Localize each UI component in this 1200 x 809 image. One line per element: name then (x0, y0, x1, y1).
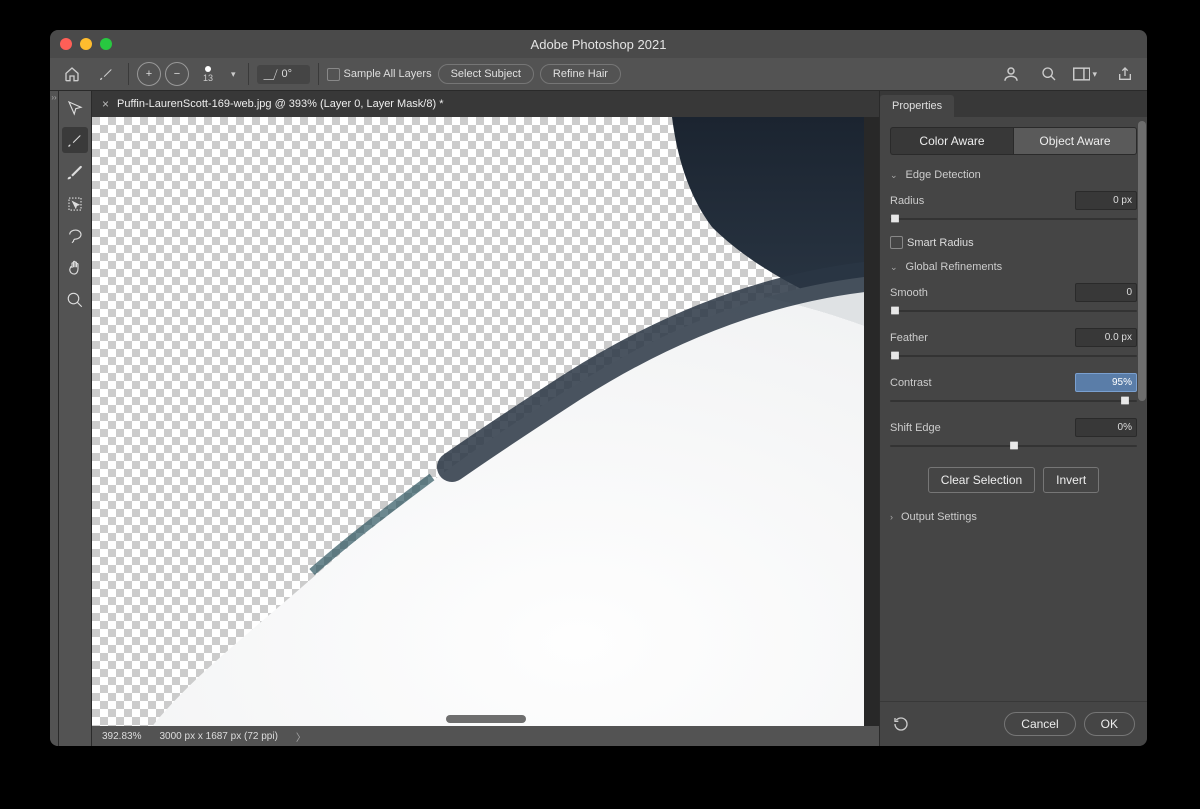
invert-button[interactable]: Invert (1043, 467, 1099, 493)
add-subtract-group: + − (137, 62, 189, 86)
app-window: Adobe Photoshop 2021 + − 13 ▾ 0° Sample … (50, 30, 1147, 746)
search-icon[interactable] (1035, 61, 1063, 87)
add-to-selection-button[interactable]: + (137, 62, 161, 86)
contrast-label: Contrast (890, 377, 1075, 389)
options-bar: + − 13 ▾ 0° Sample All Layers Select Sub… (50, 58, 1147, 91)
selection-buttons: Clear Selection Invert (890, 467, 1137, 493)
separator (318, 63, 319, 85)
home-icon[interactable] (58, 61, 86, 87)
brush-tool[interactable] (62, 159, 88, 185)
document-dimensions: 3000 px x 1687 px (72 ppi) (159, 731, 277, 742)
clear-selection-button[interactable]: Clear Selection (928, 467, 1035, 493)
angle-value: 0° (282, 68, 304, 80)
status-caret-icon[interactable]: 〉 (296, 729, 306, 744)
checkbox-icon (890, 236, 903, 249)
color-aware-button[interactable]: Color Aware (890, 127, 1013, 155)
document-tab-title: Puffin-LaurenScott-169-web.jpg @ 393% (L… (117, 98, 443, 110)
angle-control[interactable]: 0° (257, 65, 310, 84)
panel-body: Color Aware Object Aware ⌄ Edge Detectio… (880, 117, 1147, 701)
cancel-button[interactable]: Cancel (1004, 712, 1075, 736)
workspace-switcher-icon[interactable]: ▾ (1073, 61, 1101, 87)
output-settings-header[interactable]: › Output Settings (890, 511, 1137, 523)
brush-size-preview[interactable]: 13 (195, 66, 221, 83)
angle-icon (263, 69, 277, 80)
separator (248, 63, 249, 85)
feather-label: Feather (890, 332, 1075, 344)
ok-button[interactable]: OK (1084, 712, 1135, 736)
chevron-right-icon: › (890, 512, 893, 522)
zoom-window-button[interactable] (100, 38, 112, 50)
close-tab-icon[interactable]: × (102, 97, 109, 111)
global-refinements-header[interactable]: ⌄ Global Refinements (890, 261, 1137, 273)
feather-input[interactable] (1075, 328, 1137, 347)
traffic-lights (60, 38, 112, 50)
contrast-input[interactable] (1075, 373, 1137, 392)
title-bar: Adobe Photoshop 2021 (50, 30, 1147, 58)
shift-edge-slider[interactable] (890, 439, 1137, 453)
feather-slider[interactable] (890, 349, 1137, 363)
chevron-down-icon[interactable]: ▾ (231, 69, 236, 80)
lasso-tool[interactable] (62, 223, 88, 249)
smart-radius-checkbox[interactable]: Smart Radius (890, 236, 1137, 249)
edge-detection-label: Edge Detection (906, 169, 981, 181)
radius-input[interactable] (1075, 191, 1137, 210)
output-settings-label: Output Settings (901, 511, 977, 523)
reset-icon[interactable] (892, 715, 910, 733)
chevron-down-icon: ⌄ (890, 262, 898, 273)
smart-radius-label: Smart Radius (907, 237, 974, 249)
window-title: Adobe Photoshop 2021 (50, 37, 1147, 52)
object-aware-button[interactable]: Object Aware (1013, 127, 1137, 155)
refine-mode-toggle: Color Aware Object Aware (890, 127, 1137, 155)
document-area: × Puffin-LaurenScott-169-web.jpg @ 393% … (92, 91, 879, 746)
horizontal-scrollbar[interactable] (92, 712, 879, 726)
quick-selection-tool[interactable] (62, 95, 88, 121)
canvas-image (92, 117, 864, 726)
smooth-slider[interactable] (890, 304, 1137, 318)
tool-bar (59, 91, 92, 746)
contrast-slider[interactable] (890, 394, 1137, 408)
properties-tab[interactable]: Properties (880, 95, 954, 117)
smooth-label: Smooth (890, 287, 1075, 299)
properties-panel: Properties Color Aware Object Aware ⌄ Ed… (879, 91, 1147, 746)
smooth-input[interactable] (1075, 283, 1137, 302)
brush-size-value: 13 (203, 73, 213, 83)
radius-slider[interactable] (890, 212, 1137, 226)
options-right-group: ▾ (997, 61, 1139, 87)
status-bar: 392.83% 3000 px x 1687 px (72 ppi) 〉 (92, 726, 879, 746)
shift-edge-input[interactable] (1075, 418, 1137, 437)
minimize-window-button[interactable] (80, 38, 92, 50)
chevron-down-icon: ⌄ (890, 170, 898, 181)
panel-footer: Cancel OK (880, 701, 1147, 746)
zoom-level[interactable]: 392.83% (102, 731, 141, 742)
panel-tab-bar: Properties (880, 91, 1147, 117)
hand-tool[interactable] (62, 255, 88, 281)
subtract-from-selection-button[interactable]: − (165, 62, 189, 86)
shift-edge-label: Shift Edge (890, 422, 1075, 434)
scrollbar-thumb[interactable] (1138, 121, 1146, 401)
separator (128, 63, 129, 85)
main-body: ›› × (50, 91, 1147, 746)
close-window-button[interactable] (60, 38, 72, 50)
zoom-tool[interactable] (62, 287, 88, 313)
global-refinements-label: Global Refinements (906, 261, 1003, 273)
radius-label: Radius (890, 195, 1075, 207)
sample-all-layers-label: Sample All Layers (344, 68, 432, 80)
scrollbar-thumb[interactable] (446, 715, 526, 723)
select-subject-button[interactable]: Select Subject (438, 64, 534, 84)
radius-row: Radius (890, 191, 1137, 210)
canvas-viewport[interactable] (92, 117, 879, 726)
account-icon[interactable] (997, 61, 1025, 87)
object-selection-tool[interactable] (62, 191, 88, 217)
panel-scrollbar[interactable] (1137, 121, 1147, 686)
document-tab[interactable]: × Puffin-LaurenScott-169-web.jpg @ 393% … (92, 91, 879, 117)
edge-detection-header[interactable]: ⌄ Edge Detection (890, 169, 1137, 181)
brush-dot-icon (205, 66, 211, 72)
collapse-left-tab[interactable]: ›› (50, 91, 59, 746)
brush-tool-icon[interactable] (92, 61, 120, 87)
share-icon[interactable] (1111, 61, 1139, 87)
checkbox-icon (327, 68, 340, 81)
refine-hair-button[interactable]: Refine Hair (540, 64, 621, 84)
sample-all-layers-checkbox[interactable]: Sample All Layers (327, 68, 432, 81)
refine-edge-brush-tool[interactable] (62, 127, 88, 153)
